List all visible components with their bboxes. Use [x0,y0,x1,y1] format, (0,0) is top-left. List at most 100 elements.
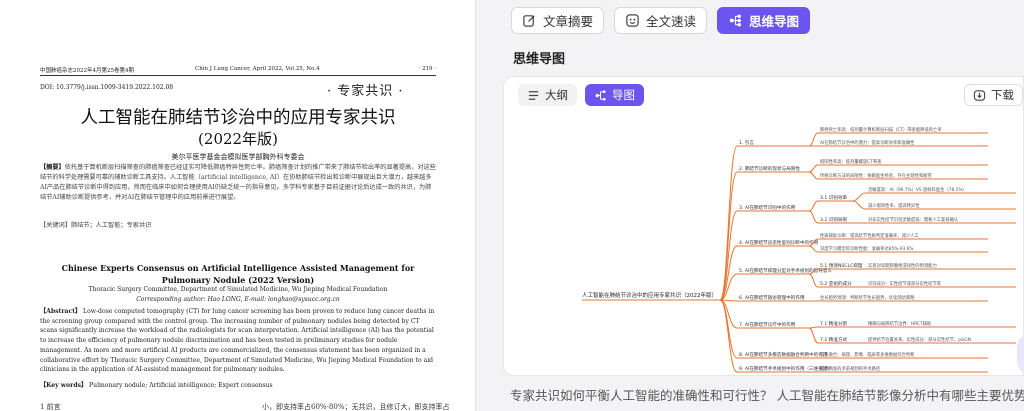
journal-header-left: 中国肺癌杂志2022年4月第25卷第4期 [40,68,134,74]
english-abstract: 【Abstract】 Low-dose computed tomography … [40,307,436,375]
english-abstract-text: Low-dose computed tomography (CT) for lu… [40,308,435,374]
section-title: 思维导图 [513,52,566,67]
journal-header: 中国肺癌杂志2022年4月第25卷第4期 Chin J Lung Cancer,… [40,66,436,76]
chinese-keywords-text: 肺结节；人工智能；专家共识 [70,222,152,229]
mindmap-leaf-node[interactable]: 对非实性结节识别灵敏度低：需要人工复核确认 [868,216,959,223]
mindmap-leaf-node[interactable]: 性质辅助诊断：提高结节性质判定准确率，减少人工 [820,232,920,239]
chinese-abstract-text: 依托基于算机断层扫描筛查的肺癌筛查已经证实可降低肺癌特异性死亡率。肺癌筛查计划的… [40,164,436,201]
view-outline-button[interactable]: 大纲 [518,84,577,106]
english-title: Chinese Experts Consensus on Artificial … [61,263,415,285]
english-abstract-label: 【Abstract】 [40,308,82,315]
mindmap-connector [851,192,867,202]
english-keywords-label: 【Key words】 [40,382,88,389]
view-switch: 大纲 导图 [518,84,644,106]
edit-icon [523,15,535,27]
mindmap-leaf-node[interactable]: 灵敏度高：AI（96.7%）VS 放射科医生（78.1%） [868,186,967,193]
mindmap-leaf-node[interactable]: 减少假阳性率，提高特异性 [868,202,920,209]
tab-summary-label: 文章摘要 [543,14,594,29]
mindmap-branch-node[interactable]: 7. AI在肺结节诊疗中的作用 [739,321,796,328]
mindmap-branch-node[interactable]: 9. AI在肺结节手术规划中的作用（三维重建） [739,365,832,372]
view-outline-label: 大纲 [545,88,568,102]
mindmap-branch-node[interactable]: 6. AI在肺结节随访管理中的作用 [739,294,805,301]
mindmap-connector [851,200,867,210]
mindmap-connector [719,299,738,373]
journal-header-center: Chin J Lung Cancer, April 2022, Vol.25, … [195,66,320,72]
mindmap-connector [719,299,738,359]
mindmap-connector [808,273,819,288]
mindmap-leaf-node[interactable]: 实现对早期肺腺癌浸润性的预测能力 [868,262,937,269]
mindmap-leaf-node[interactable]: 提供精准的术前规划和手术路径 [820,365,881,372]
corresponding-author: Corresponding author: Hao LONG, E-mail: … [136,296,340,303]
document-edition: (2022年版) [198,130,278,148]
english-keywords-text: Pulmonary nodule; Artificial intelligenc… [89,382,273,389]
mindmap-branch-node[interactable]: 2. 肺结节诊断的现状与局限性 [739,165,800,172]
feature-tabs: 文章摘要 全文速读 思维导图 [511,7,811,34]
mindmap-sub-node[interactable]: 7.1 精准分割 [820,320,848,327]
mindmap-connector [719,171,738,301]
mindmap-branch-node[interactable]: 5. AI在肺结节病理分型对手术规划的指导意义 [739,267,832,274]
tab-mindmap[interactable]: 思维导图 [717,7,811,34]
ai-panel: 文章摘要 全文速读 思维导图 思维导图 大纲 导图 下载 人工智能在肺结节诊治中… [477,0,1024,411]
mindmap-connector [808,326,819,329]
mindmap-branch-node[interactable]: 8. AI在肺结节多模态数据融合判断中的作用 [739,351,828,358]
suggested-questions[interactable]: 专家共识如何平衡人工智能的准确性和可行性？ 人工智能在肺结节影像分析中有哪些主要… [510,385,1024,404]
mindmap-leaf-node[interactable]: 提供结节位置关系、实性成分、部分实性结节、pGGN [868,336,971,343]
english-affiliation: Thoracic Surgery Committee, Department o… [88,286,388,293]
mindmap-sub-node[interactable]: 5.2 亚组的成分 [820,280,852,287]
view-mindmap-button[interactable]: 导图 [585,84,644,106]
mindmap-branch-node[interactable]: 1. 引言 [739,139,754,146]
mindmap-connector [808,164,819,173]
chinese-keywords: 【关键词】肺结节；人工智能；专家共识 [40,220,436,229]
mindmap-root-node[interactable]: 人工智能在肺结节诊治中的应用专家共识（2022年版） [582,291,717,299]
mindmap-leaf-node[interactable]: 肺癌死亡率高：低剂量计算机断层扫描（CT）筛查能降低死亡率 [820,126,942,133]
chinese-abstract-label: 【摘要】 [40,164,65,171]
section-heading: 1 前言 [40,403,61,411]
body-text-fragment: 小，即支持率占60%-80%；无共识，且修订大，即支持率占 [262,403,450,411]
document-organization: 美尔平医学基金会模拟医学部胸外科专委会 [171,153,305,161]
mindmap-leaf-node[interactable]: 深度学习模型的诊断性能：准确率达85%-93.6% [820,245,914,252]
download-button[interactable]: 下载 [964,84,1023,106]
download-label: 下载 [991,88,1014,102]
chinese-abstract: 【摘要】依托基于算机断层扫描筛查的肺癌筛查已经证实可降低肺癌特异性死亡率。肺癌筛… [40,163,436,203]
doi-text: DOI: 10.3779/j.issn.1009-3419.2022.102.0… [40,84,174,91]
mindmap-leaf-node[interactable]: 生长趋势预测：判断结节生长趋势，优化随访策略 [820,294,915,301]
mindmap-connector [808,245,819,253]
mindmap-sub-node[interactable]: 7.2 精准方式 [820,336,848,343]
mindmap-connector [808,210,819,224]
mindmap-sub-node[interactable]: 3.1 识别效率 [820,194,848,201]
mindmap-connector [808,200,819,212]
mindmap-branch-node[interactable]: 3. AI在肺结节识别中的作用 [739,204,796,211]
floating-assistant-button[interactable] [1017,335,1024,373]
tab-quick-read[interactable]: 全文速读 [614,7,708,34]
app-root: 中国肺癌杂志2022年4月第25卷第4期 Chin J Lung Cancer,… [0,0,1024,411]
download-icon [973,89,986,101]
view-mindmap-label: 导图 [612,88,635,102]
document-preview[interactable]: 中国肺癌杂志2022年4月第25卷第4期 Chin J Lung Cancer,… [0,0,476,411]
mindmap-leaf-node[interactable]: AI在肺结节诊治中的潜力：提高诊断效率和准确性 [820,139,915,146]
mindmap-leaf-node[interactable]: 传统诊断方法的局限性：依赖医生经验，存在主观性和疲劳 [820,172,932,179]
tab-summary[interactable]: 文章摘要 [511,7,605,34]
mindmap-leaf-node[interactable]: 精确勾画肺结节边界：HRCT辅助 [868,320,931,327]
mindmap-leaf-node[interactable]: 假阳性率高：低剂量螺旋CT筛查 [820,158,882,165]
mindmap-sub-node[interactable]: 3.2 识别局限 [820,216,848,223]
mindmap-sub-node[interactable]: 5.1 预测NSCLC病理 [820,262,863,269]
page-number: · 219 · [418,66,437,72]
tab-mindmap-label: 思维导图 [749,14,800,29]
mindmap-connector [808,132,819,147]
tab-quick-read-label: 全文速读 [646,14,697,29]
mindmap-leaf-node[interactable]: 信息融合：病理、影像、临床等多维数据综合判断 [820,351,915,358]
mindmap-icon [729,14,741,27]
article-type-label: · 专家共识 · [327,84,404,99]
mindmap-canvas[interactable]: 人工智能在肺结节诊治中的应用专家共识（2022年版） 1. 引言 肺癌死亡率高：低剂… [504,113,1024,376]
mindmap-leaf-node[interactable]: 识别成分：实性结节或部分实性结节等 [868,280,942,287]
document-title: 人工智能在肺结节诊治中的应用专家共识 [80,108,396,128]
english-keywords: 【Key words】 Pulmonary nodule; Artificial… [40,380,436,389]
mindmap-connector [719,145,738,301]
mindmap-card: 大纲 导图 下载 人工智能在肺结节诊治中的应用专家共识（2022年版） 1. 引言… [503,76,1024,376]
mindmap-branch-node[interactable]: 4. AI在肺结节良恶性鉴别诊断中的作用 [739,239,819,246]
mindmap-connector [808,171,819,180]
chinese-keywords-label: 【关键词】 [40,222,71,229]
mindmap-icon [595,89,606,101]
reader-icon [626,14,639,27]
outline-icon [528,90,539,100]
